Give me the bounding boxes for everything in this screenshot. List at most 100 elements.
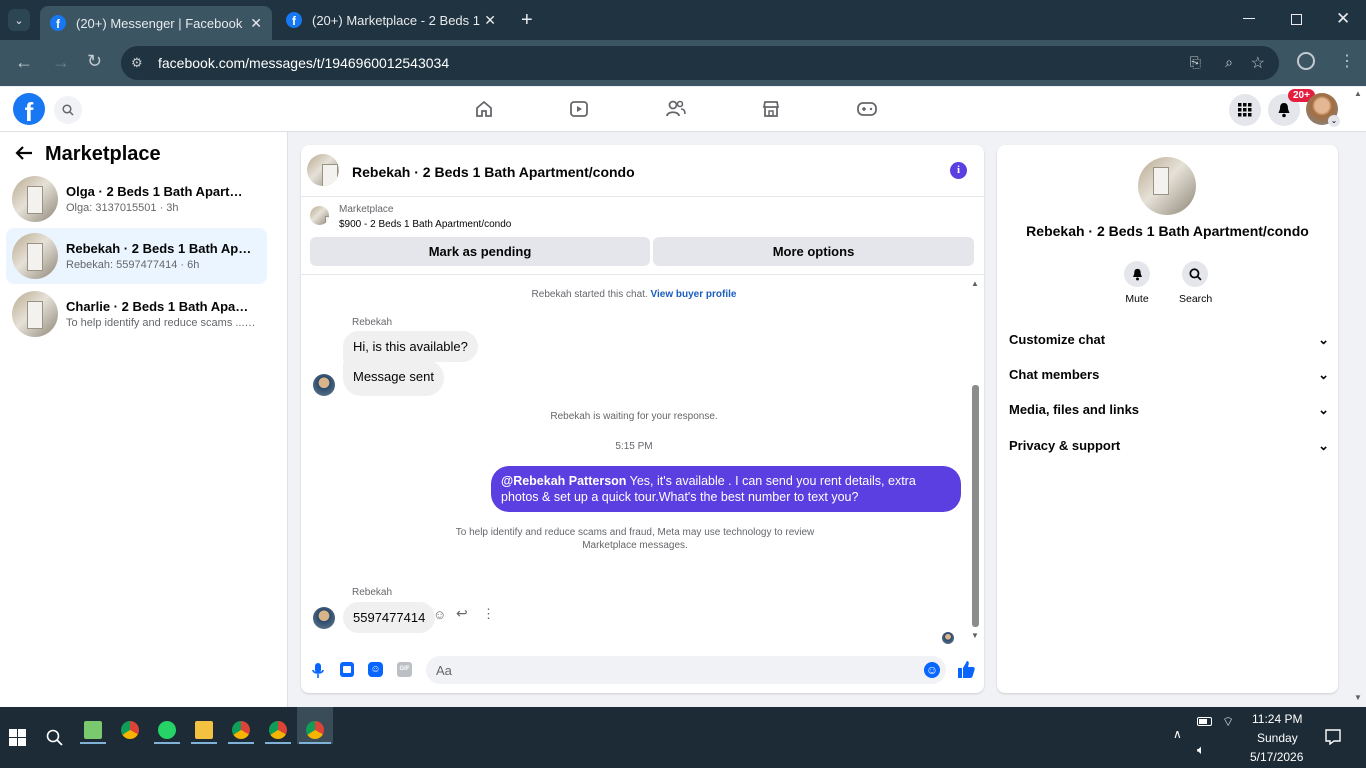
browser-menu-icon[interactable]: ⋮ bbox=[1339, 51, 1355, 71]
photo-icon[interactable] bbox=[340, 662, 354, 677]
conversation-item-charlie[interactable]: Charlie · 2 Beds 1 Bath Apartme... To he… bbox=[6, 286, 267, 342]
bell-icon bbox=[1124, 261, 1150, 287]
listing-thumbnail bbox=[12, 176, 58, 222]
chat-header: Rebekah · 2 Beds 1 Bath Apartment/condo … bbox=[301, 145, 984, 197]
zoom-icon[interactable]: ⌕ bbox=[1225, 54, 1233, 71]
chat-title[interactable]: Rebekah · 2 Beds 1 Bath Apartment/condo bbox=[352, 164, 635, 180]
home-icon[interactable] bbox=[474, 99, 494, 119]
menu-grid-icon[interactable] bbox=[1229, 94, 1261, 126]
back-arrow-icon[interactable] bbox=[14, 144, 34, 162]
sticker-icon[interactable]: ☺ bbox=[368, 662, 383, 677]
browser-tab-bar: ⌄ f (20+) Messenger | Facebook ✕ f (20+)… bbox=[0, 0, 1366, 40]
tab-list-dropdown[interactable]: ⌄ bbox=[8, 9, 30, 31]
scroll-down-arrow[interactable]: ▼ bbox=[971, 631, 979, 640]
search-conversation-button[interactable]: Search bbox=[1179, 261, 1212, 305]
forward-arrow-icon[interactable]: → bbox=[52, 52, 70, 73]
browser-toolbar: ← → ↻ ⚙ facebook.com/messages/t/19469600… bbox=[0, 40, 1366, 86]
file-explorer-icon[interactable] bbox=[195, 721, 213, 739]
install-app-icon[interactable]: ⎘ bbox=[1190, 54, 1201, 71]
message-bubble[interactable]: Message sent bbox=[343, 360, 444, 396]
message-bubble[interactable]: Hi, is this available? bbox=[343, 331, 478, 362]
message-input[interactable]: Aa ☺ bbox=[426, 656, 946, 684]
message-mention[interactable]: @Rebekah Patterson bbox=[501, 474, 626, 488]
facebook-logo[interactable]: f bbox=[13, 93, 45, 125]
new-tab-icon[interactable]: + bbox=[521, 9, 533, 32]
sender-avatar[interactable] bbox=[313, 374, 335, 396]
chat-details-avatar[interactable] bbox=[1138, 157, 1196, 215]
whatsapp-app-icon[interactable] bbox=[158, 721, 176, 739]
message-bubble[interactable]: 5597477414 bbox=[343, 602, 436, 633]
close-tab-icon[interactable]: ✕ bbox=[484, 12, 496, 29]
chrome-app-icon[interactable] bbox=[232, 721, 250, 739]
conversation-title: Olga · 2 Beds 1 Bath Apartment... bbox=[66, 184, 252, 199]
bookmark-star-icon[interactable]: ☆ bbox=[1251, 53, 1265, 73]
scrollbar-thumb[interactable] bbox=[972, 385, 979, 627]
outgoing-message-bubble[interactable]: @Rebekah Patterson Yes, it's available .… bbox=[491, 466, 961, 512]
search-icon[interactable] bbox=[54, 96, 82, 124]
video-icon[interactable] bbox=[569, 99, 589, 119]
reload-icon[interactable]: ↻ bbox=[87, 51, 102, 72]
minimize-window-icon[interactable] bbox=[1243, 18, 1255, 19]
clock-date[interactable]: 5/17/2026 bbox=[1250, 750, 1303, 764]
show-hidden-icons-icon[interactable]: ∧ bbox=[1173, 727, 1182, 741]
app-running-indicator bbox=[80, 742, 106, 744]
mark-as-pending-button[interactable]: Mark as pending bbox=[310, 237, 650, 266]
notification-center-icon[interactable] bbox=[1325, 729, 1341, 745]
gaming-icon[interactable] bbox=[856, 99, 878, 119]
info-icon[interactable]: i bbox=[950, 162, 967, 179]
reply-icon[interactable]: ↩ bbox=[456, 605, 468, 622]
notepad-app-icon[interactable] bbox=[84, 721, 102, 739]
media-files-links-section[interactable]: Media, files and links ⌄ bbox=[1009, 402, 1329, 418]
tab-marketplace[interactable]: f (20+) Marketplace - 2 Beds 1 Ba ✕ bbox=[276, 4, 506, 36]
conversation-item-rebekah[interactable]: Rebekah · 2 Beds 1 Bath Apartm... Rebeka… bbox=[6, 228, 267, 284]
close-window-icon[interactable]: ✕ bbox=[1336, 9, 1350, 29]
view-buyer-profile-link[interactable]: View buyer profile bbox=[651, 289, 737, 300]
page-scroll-up-arrow[interactable]: ▲ bbox=[1354, 89, 1362, 98]
restore-window-icon[interactable] bbox=[1291, 14, 1302, 25]
chat-avatar[interactable] bbox=[307, 154, 339, 186]
scroll-up-arrow[interactable]: ▲ bbox=[971, 279, 979, 288]
chat-members-section[interactable]: Chat members ⌄ bbox=[1009, 367, 1329, 383]
conversation-item-olga[interactable]: Olga · 2 Beds 1 Bath Apartment... Olga: … bbox=[6, 171, 267, 227]
tab-messenger[interactable]: f (20+) Messenger | Facebook ✕ bbox=[40, 6, 272, 40]
account-chevron-icon[interactable]: ⌄ bbox=[1328, 115, 1340, 127]
marketplace-icon[interactable] bbox=[761, 99, 781, 119]
chevron-down-icon: ⌄ bbox=[1318, 332, 1329, 347]
back-arrow-icon[interactable]: ← bbox=[15, 52, 33, 73]
address-bar[interactable]: ⚙ facebook.com/messages/t/19469600125430… bbox=[121, 46, 1279, 80]
chrome-app-icon[interactable] bbox=[121, 721, 139, 739]
chrome-app-icon[interactable] bbox=[306, 721, 324, 739]
conversation-preview: Rebekah: 5597477414 · 6h bbox=[66, 259, 200, 271]
conversation-title: Charlie · 2 Beds 1 Bath Apartme... bbox=[66, 299, 252, 314]
app-running-indicator bbox=[265, 742, 291, 744]
sender-avatar[interactable] bbox=[313, 607, 335, 629]
chrome-app-icon[interactable] bbox=[269, 721, 287, 739]
privacy-support-section[interactable]: Privacy & support ⌄ bbox=[1009, 438, 1329, 454]
mute-button[interactable]: Mute bbox=[1121, 261, 1153, 305]
windows-start-icon[interactable] bbox=[9, 729, 26, 746]
listing-summary[interactable]: $900 - 2 Beds 1 Bath Apartment/condo bbox=[339, 219, 511, 230]
gif-icon[interactable]: GIF bbox=[397, 662, 412, 677]
taskbar-search-icon[interactable] bbox=[46, 729, 63, 746]
sender-name: Rebekah bbox=[352, 317, 393, 328]
thumbs-up-icon[interactable] bbox=[957, 661, 975, 678]
microphone-icon[interactable] bbox=[312, 663, 324, 679]
profile-icon[interactable] bbox=[1297, 52, 1315, 70]
clock-day[interactable]: Sunday bbox=[1257, 731, 1298, 745]
listing-thumbnail[interactable] bbox=[310, 206, 329, 225]
friends-icon[interactable] bbox=[665, 99, 687, 119]
volume-icon[interactable]: 🔈︎ bbox=[1197, 742, 1205, 758]
emoji-icon[interactable]: ☺ bbox=[924, 662, 940, 678]
page-scroll-down-arrow[interactable]: ▼ bbox=[1354, 693, 1362, 702]
app-running-indicator bbox=[154, 742, 180, 744]
battery-icon[interactable] bbox=[1197, 717, 1212, 726]
close-tab-icon[interactable]: ✕ bbox=[250, 15, 262, 32]
customize-chat-section[interactable]: Customize chat ⌄ bbox=[1009, 332, 1329, 348]
more-actions-icon[interactable]: ⋮ bbox=[482, 606, 495, 622]
more-options-button[interactable]: More options bbox=[653, 237, 974, 266]
site-settings-icon[interactable]: ⚙ bbox=[131, 55, 143, 71]
facebook-favicon-icon: f bbox=[286, 12, 302, 28]
wifi-icon[interactable]: ⌔ bbox=[1222, 714, 1234, 730]
clock-time[interactable]: 11:24 PM bbox=[1252, 712, 1302, 726]
react-emoji-icon[interactable]: ☺ bbox=[433, 607, 446, 622]
